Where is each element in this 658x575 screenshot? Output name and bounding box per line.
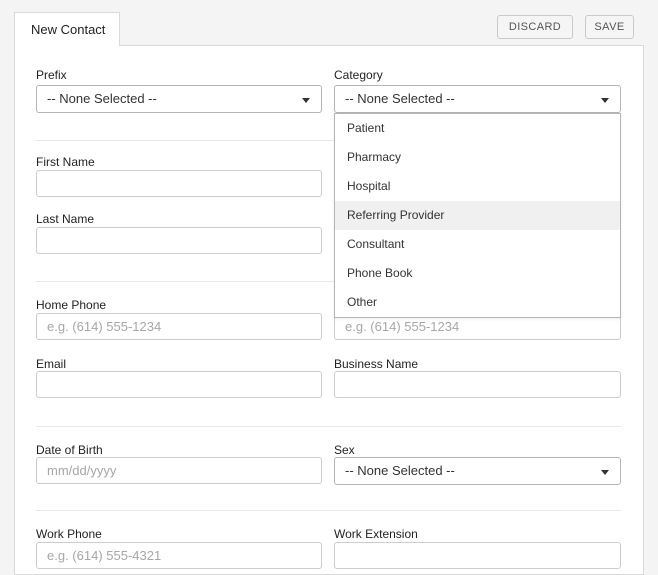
sex-select-value: -- None Selected -- [345, 463, 455, 478]
caret-down-icon [601, 98, 609, 103]
work-phone-label: Work Phone [36, 527, 102, 541]
category-dropdown: Patient Pharmacy Hospital Referring Prov… [334, 113, 621, 318]
category-option-pharmacy[interactable]: Pharmacy [335, 143, 620, 172]
home-phone-field[interactable] [36, 313, 322, 340]
date-of-birth-field[interactable] [36, 457, 322, 484]
last-name-field[interactable] [36, 227, 322, 254]
email-label: Email [36, 357, 66, 371]
category-option-other[interactable]: Other [335, 288, 620, 317]
work-extension-label: Work Extension [334, 527, 418, 541]
category-option-hospital[interactable]: Hospital [335, 172, 620, 201]
category-select-value: -- None Selected -- [345, 91, 455, 106]
discard-button[interactable]: DISCARD [497, 15, 573, 39]
home-phone-label: Home Phone [36, 298, 106, 312]
prefix-label: Prefix [36, 68, 67, 82]
tab-new-contact[interactable]: New Contact [14, 12, 120, 46]
category-select[interactable]: -- None Selected -- [334, 85, 621, 113]
caret-down-icon [601, 470, 609, 475]
section-divider [36, 510, 621, 511]
first-name-field[interactable] [36, 170, 322, 197]
last-name-label: Last Name [36, 212, 94, 226]
work-extension-field[interactable] [334, 542, 621, 569]
sex-label: Sex [334, 443, 355, 457]
prefix-select-value: -- None Selected -- [47, 91, 157, 106]
category-option-referring-provider[interactable]: Referring Provider [335, 201, 620, 230]
category-option-consultant[interactable]: Consultant [335, 230, 620, 259]
prefix-select[interactable]: -- None Selected -- [36, 85, 322, 113]
save-button[interactable]: SAVE [585, 15, 634, 39]
category-option-patient[interactable]: Patient [335, 114, 620, 143]
tab-label: New Contact [31, 22, 105, 37]
date-of-birth-label: Date of Birth [36, 443, 103, 457]
business-name-label: Business Name [334, 357, 418, 371]
category-label: Category [334, 68, 383, 82]
work-phone-field[interactable] [36, 542, 322, 569]
email-field[interactable] [36, 371, 322, 398]
business-name-field[interactable] [334, 371, 621, 398]
first-name-label: First Name [36, 155, 95, 169]
sex-select[interactable]: -- None Selected -- [334, 457, 621, 485]
caret-down-icon [302, 98, 310, 103]
section-divider [36, 426, 621, 427]
category-option-phone-book[interactable]: Phone Book [335, 259, 620, 288]
